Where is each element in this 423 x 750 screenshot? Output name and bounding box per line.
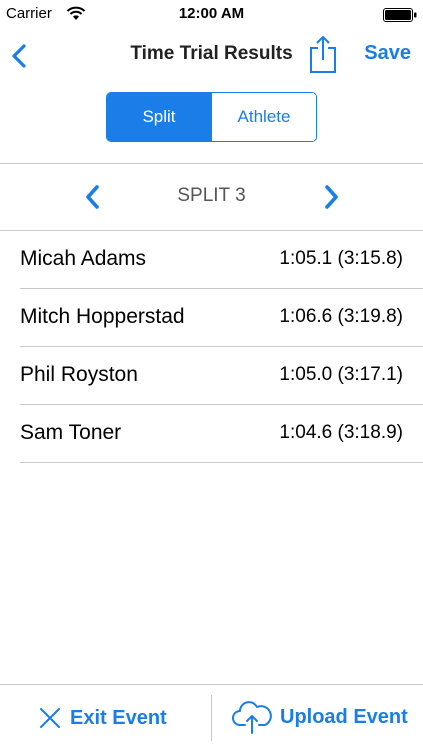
athlete-name: Micah Adams bbox=[20, 247, 147, 270]
result-row[interactable]: Phil Royston 1:05.0 (3:17.1) bbox=[0, 347, 423, 405]
split-time: 1:05.0 (3:17.1) bbox=[279, 364, 403, 385]
split-navigator: SPLIT 3 bbox=[0, 164, 423, 230]
upload-event-label: Upload Event bbox=[280, 705, 408, 728]
battery-icon bbox=[383, 8, 417, 22]
results-list: Micah Adams 1:05.1 (3:15.8) Mitch Hopper… bbox=[0, 231, 423, 463]
split-time: 1:06.6 (3:19.8) bbox=[279, 306, 403, 327]
result-row[interactable]: Sam Toner 1:04.6 (3:18.9) bbox=[0, 405, 423, 463]
navigation-bar: Time Trial Results Save bbox=[0, 28, 423, 84]
status-time: 12:00 AM bbox=[178, 5, 245, 22]
cloud-upload-icon bbox=[232, 701, 272, 734]
save-button[interactable]: Save bbox=[364, 42, 411, 65]
segment-split[interactable]: Split bbox=[107, 93, 211, 141]
toolbar-divider bbox=[211, 695, 212, 741]
athlete-name: Phil Royston bbox=[20, 363, 138, 386]
view-mode-segmented-control: Split Athlete bbox=[106, 92, 317, 142]
split-time: 1:05.1 (3:15.8) bbox=[279, 248, 403, 269]
share-icon[interactable] bbox=[308, 34, 338, 74]
next-split-chevron-icon[interactable] bbox=[320, 182, 342, 212]
segment-athlete[interactable]: Athlete bbox=[211, 93, 316, 141]
athlete-name: Sam Toner bbox=[20, 421, 122, 444]
result-row[interactable]: Mitch Hopperstad 1:06.6 (3:19.8) bbox=[0, 289, 423, 347]
exit-event-label: Exit Event bbox=[70, 706, 167, 729]
athlete-name: Mitch Hopperstad bbox=[20, 305, 185, 328]
page-title: Time Trial Results bbox=[130, 43, 293, 64]
exit-event-button[interactable]: Exit Event bbox=[38, 703, 167, 733]
upload-event-button[interactable]: Upload Event bbox=[232, 699, 408, 735]
result-row[interactable]: Micah Adams 1:05.1 (3:15.8) bbox=[0, 231, 423, 289]
split-time: 1:04.6 (3:18.9) bbox=[279, 422, 403, 443]
close-icon bbox=[40, 708, 60, 728]
split-label: SPLIT 3 bbox=[177, 185, 246, 206]
bottom-toolbar: Exit Event Upload Event bbox=[0, 684, 423, 750]
status-bar: Carrier 12:00 AM bbox=[0, 0, 423, 28]
back-chevron-icon[interactable] bbox=[8, 42, 32, 70]
